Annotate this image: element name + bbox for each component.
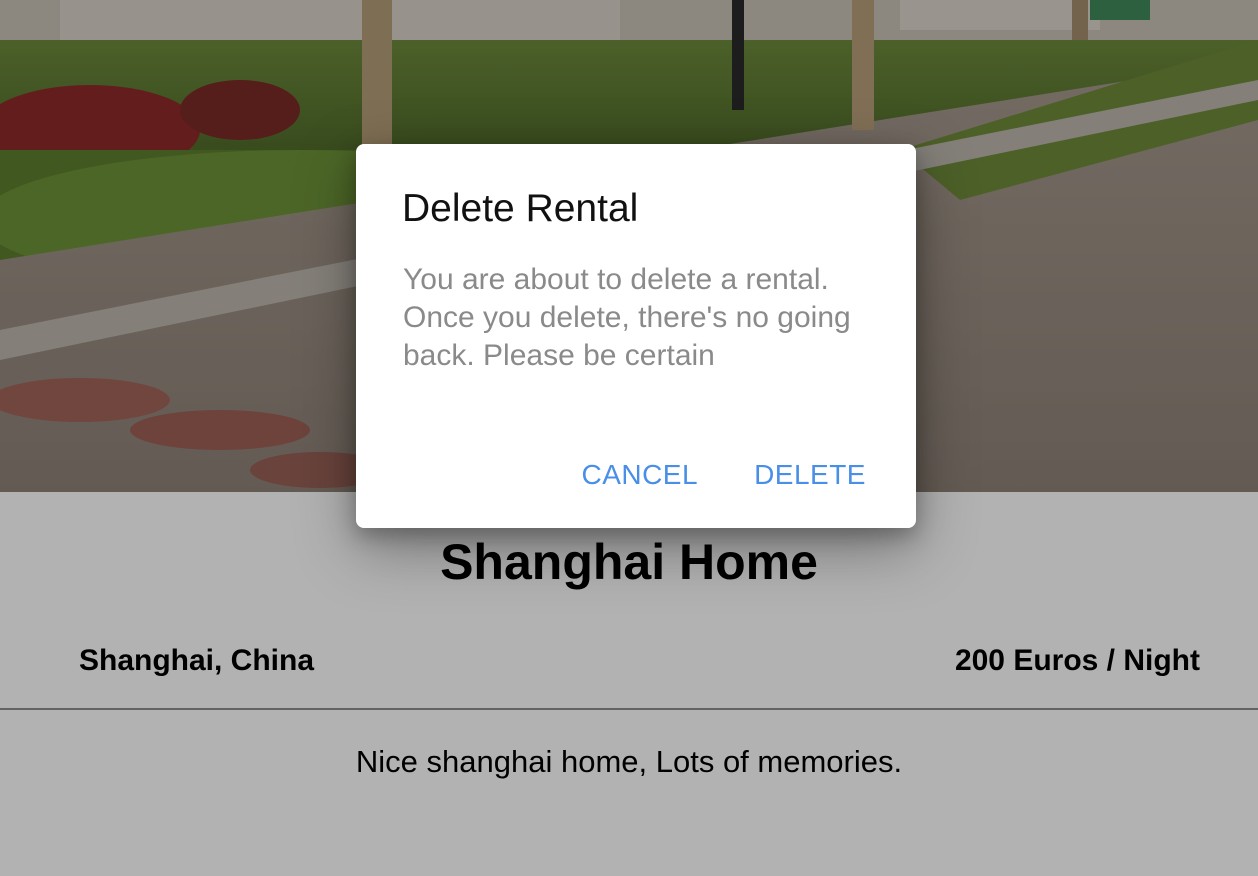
delete-button[interactable]: DELETE (736, 448, 884, 502)
delete-rental-dialog: Delete Rental You are about to delete a … (356, 144, 916, 528)
cancel-button[interactable]: CANCEL (563, 448, 716, 502)
dialog-title: Delete Rental (402, 187, 639, 230)
dialog-actions: CANCEL DELETE (563, 448, 884, 502)
rental-detail-screen: Shanghai Home Shanghai, China 200 Euros … (0, 0, 1258, 876)
dialog-message: You are about to delete a rental. Once y… (403, 263, 851, 372)
